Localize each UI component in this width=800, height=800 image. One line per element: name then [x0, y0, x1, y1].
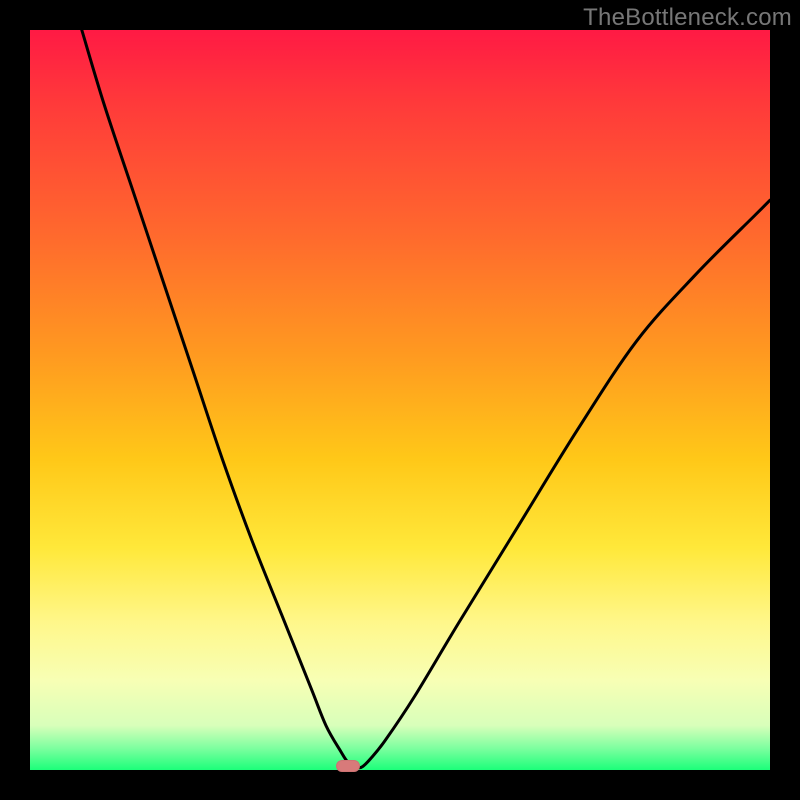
minimum-marker: [336, 760, 360, 772]
chart-frame: TheBottleneck.com: [0, 0, 800, 800]
plot-area: [30, 30, 770, 770]
bottleneck-curve: [30, 30, 770, 770]
watermark-text: TheBottleneck.com: [583, 4, 792, 32]
